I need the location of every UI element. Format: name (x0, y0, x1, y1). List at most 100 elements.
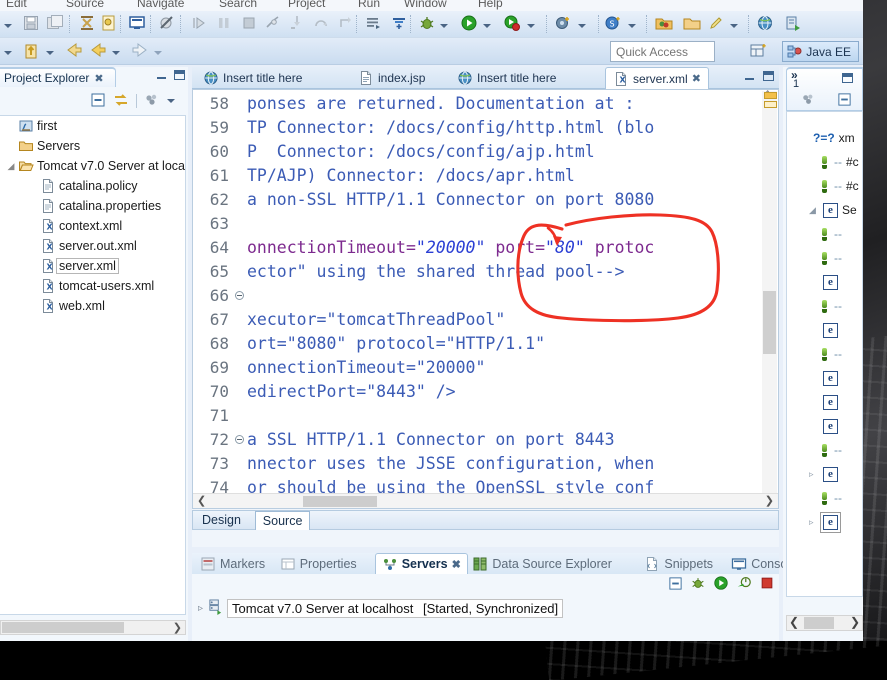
disconnect-icon[interactable] (264, 14, 282, 35)
outline-row[interactable]: e (787, 270, 862, 294)
tree-item[interactable]: first (0, 116, 185, 136)
outline-twisty-icon[interactable]: ▹ (809, 469, 814, 480)
tree-item[interactable]: Xtomcat-users.xml (0, 276, 185, 296)
code-line[interactable]: 66 (193, 284, 778, 308)
outline-row[interactable]: ▹ e (787, 510, 862, 534)
server-dropdown-icon[interactable] (578, 14, 586, 35)
collapse-all-icon[interactable] (668, 576, 683, 594)
code-line[interactable]: 59 TP Connector: /docs/config/http.html (… (193, 116, 778, 140)
code-line[interactable]: 65 ector" using the shared thread pool--> (193, 260, 778, 284)
minimize-icon[interactable] (743, 70, 756, 83)
outline-twisty-icon[interactable]: ◢ (809, 205, 816, 216)
perspective-java-ee-button[interactable]: Java EE (782, 41, 859, 62)
forward-dropdown-icon[interactable] (154, 41, 162, 62)
back-icon[interactable] (88, 41, 108, 62)
outline-row[interactable]: -- (787, 222, 862, 246)
outline-row[interactable]: e (787, 414, 862, 438)
profile-server-icon[interactable] (736, 575, 752, 594)
resume-icon[interactable] (190, 14, 208, 35)
back-history-icon[interactable] (64, 41, 84, 62)
bottom-tab[interactable]: Data Source Explorer (466, 553, 618, 574)
tree-item[interactable]: Xweb.xml (0, 296, 185, 316)
stop-server-icon[interactable] (759, 575, 775, 594)
export-icon[interactable] (78, 14, 96, 35)
outline-row[interactable]: e (787, 390, 862, 414)
code-line[interactable]: 58 ponses are returned. Documentation at … (193, 92, 778, 116)
close-icon[interactable]: ✖ (692, 72, 701, 85)
server-label[interactable]: Tomcat v7.0 Server at localhost [Started… (227, 599, 564, 618)
debug-icon[interactable] (418, 14, 436, 35)
source-code-area[interactable]: 58 ponses are returned. Documentation at … (192, 89, 779, 509)
step-into-icon[interactable] (288, 14, 306, 35)
editor-tab[interactable]: Insert title here (450, 67, 563, 89)
run-icon[interactable] (460, 14, 478, 35)
editor-mode-tab[interactable]: Source (254, 511, 311, 530)
suspend-icon[interactable] (215, 14, 233, 35)
scroll-right-icon[interactable]: ❯ (173, 621, 182, 634)
skip-breakpoints-icon[interactable] (158, 14, 176, 35)
collapse-all-icon[interactable] (90, 92, 106, 111)
open-folder-icon[interactable] (682, 14, 702, 35)
code-line[interactable]: 67 xecutor="tomcatThreadPool" (193, 308, 778, 332)
new-task-icon[interactable] (390, 14, 408, 35)
code-line[interactable]: 71 (193, 404, 778, 428)
external-tools-dropdown-icon[interactable] (527, 14, 535, 35)
toolbar-dropdown-icon-2[interactable] (4, 41, 12, 62)
menu-item-window[interactable]: Window (404, 0, 447, 10)
properties-icon[interactable] (100, 14, 118, 35)
outline-row[interactable]: e (787, 366, 862, 390)
fold-toggle-icon[interactable] (235, 435, 244, 444)
tree-item[interactable]: Servers (0, 136, 185, 156)
outline-row[interactable]: ▹ e (787, 462, 862, 486)
editor-tab[interactable]: index.jsp (351, 67, 432, 89)
open-type-icon[interactable] (22, 41, 40, 62)
menu-item-edit[interactable]: Edit (6, 0, 27, 10)
code-line[interactable]: 72 a SSL HTTP/1.1 Connector on port 8443 (193, 428, 778, 452)
start-server-icon[interactable] (713, 575, 729, 594)
collapse-all-icon[interactable] (837, 92, 852, 110)
code-line[interactable]: 73 nnector uses the JSSE configuration, w… (193, 452, 778, 476)
minimize-icon[interactable] (155, 69, 168, 82)
open-perspective-button[interactable] (749, 41, 771, 62)
scroll-left-icon[interactable]: ❮ (789, 615, 799, 629)
outline-tree[interactable]: ?=? xm -- #c -- #c ◢ e Se -- -- e -- e -- e e e -- ▹ e -- ▹ e (786, 111, 863, 597)
save-icon[interactable] (22, 14, 40, 35)
outline-row[interactable]: -- (787, 438, 862, 462)
editor-tab[interactable]: Insert title here (196, 67, 309, 89)
step-return-icon[interactable] (336, 14, 354, 35)
tree-item[interactable]: Xcontext.xml (0, 216, 185, 236)
tree-item[interactable]: catalina.policy (0, 176, 185, 196)
outline-row[interactable]: -- #c (787, 150, 862, 174)
fold-toggle-icon[interactable] (235, 291, 244, 300)
outline-row[interactable]: ◢ e Se (787, 198, 862, 222)
view-menu-filter-icon[interactable] (144, 92, 160, 111)
menu-item-search[interactable]: Search (219, 0, 257, 10)
maximize-icon[interactable] (762, 70, 775, 83)
outline-twisty-icon[interactable]: ▹ (809, 517, 814, 528)
stop-icon[interactable] (240, 14, 258, 35)
editor-mode-tab[interactable]: Design (195, 511, 248, 530)
debug-server-icon[interactable] (690, 575, 706, 594)
scrollbar-thumb[interactable] (804, 617, 834, 629)
outline-row[interactable]: -- (787, 246, 862, 270)
bottom-tab[interactable]: Properties (274, 553, 363, 574)
menu-item-project[interactable]: Project (288, 0, 325, 10)
menu-item-run[interactable]: Run (358, 0, 380, 10)
run-as-server-icon[interactable] (784, 14, 802, 35)
bottom-tab[interactable]: Servers ✖ (374, 553, 468, 574)
scroll-left-icon[interactable]: ❮ (197, 494, 206, 507)
open-task-icon[interactable] (365, 14, 383, 35)
code-line[interactable]: 70 edirectPort="8443" /> (193, 380, 778, 404)
code-line[interactable]: 61 TP/AJP) Connector: /docs/apr.html (193, 164, 778, 188)
expand-twisty-icon[interactable]: ▹ (198, 603, 203, 614)
code-line[interactable]: 60 P Connector: /docs/config/ajp.html (193, 140, 778, 164)
scrollbar-thumb[interactable] (2, 622, 124, 633)
link-with-editor-icon[interactable] (113, 92, 129, 111)
new-wizard-dropdown-icon[interactable] (730, 14, 738, 35)
run-dropdown-icon[interactable] (483, 14, 491, 35)
view-menu-icon[interactable] (167, 99, 175, 103)
open-type-dropdown-icon[interactable] (46, 41, 54, 62)
scrollbar-thumb[interactable] (303, 496, 377, 507)
forward-icon[interactable] (130, 41, 150, 62)
tree-item[interactable]: catalina.properties (0, 196, 185, 216)
